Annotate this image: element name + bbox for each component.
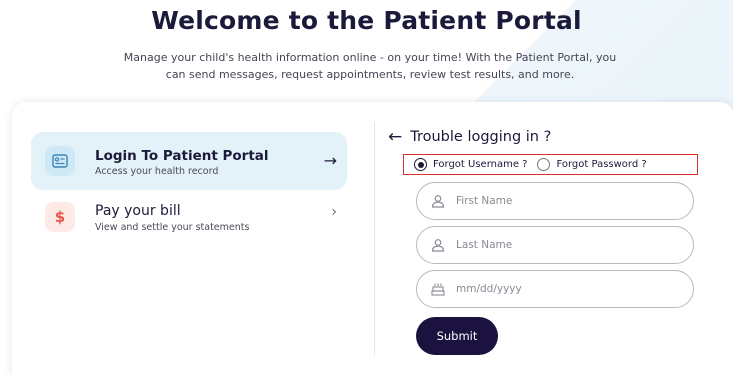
first-name-field[interactable]	[416, 182, 694, 220]
recovery-header: ← Trouble logging in ?	[388, 127, 551, 147]
nav-item-title: Login To Patient Portal	[95, 148, 269, 164]
submit-button[interactable]: Submit	[416, 317, 498, 355]
last-name-field[interactable]	[416, 226, 694, 264]
subtitle-line-2: can send messages, request appointments,…	[165, 68, 575, 81]
nav-item-desc: Access your health record	[95, 166, 219, 177]
page-title: Welcome to the Patient Portal	[151, 6, 582, 35]
date-of-birth-input[interactable]	[456, 283, 676, 295]
forgot-password-radio[interactable]	[537, 158, 551, 171]
portal-card: Login To Patient Portal Access your heal…	[12, 102, 733, 375]
nav-item-login[interactable]: Login To Patient Portal Access your heal…	[31, 132, 347, 190]
nav-item-title: Pay your bill	[95, 203, 181, 219]
back-arrow-icon[interactable]: ←	[388, 127, 402, 147]
person-icon	[430, 237, 446, 253]
nav-item-desc: View and settle your statements	[95, 222, 250, 233]
id-card-icon	[45, 146, 75, 176]
chevron-right-icon: ›	[331, 204, 337, 220]
first-name-input[interactable]	[456, 195, 676, 207]
last-name-input[interactable]	[456, 239, 676, 251]
dollar-icon: $	[45, 202, 75, 232]
page-subtitle: Manage your child's health information o…	[90, 49, 650, 83]
recovery-title: Trouble logging in ?	[410, 129, 552, 145]
subtitle-line-1: Manage your child's health information o…	[123, 51, 617, 64]
forgot-password-label[interactable]: Forgot Password ?	[556, 159, 646, 170]
person-icon	[430, 193, 446, 209]
forgot-username-label[interactable]: Forgot Username ?	[433, 159, 527, 170]
recovery-option-group: Forgot Username ? Forgot Password ?	[403, 154, 698, 175]
date-of-birth-field[interactable]	[416, 270, 694, 308]
forgot-username-radio[interactable]	[414, 158, 427, 171]
nav-item-pay-bill[interactable]: $ Pay your bill View and settle your sta…	[31, 194, 347, 252]
arrow-right-icon: →	[323, 151, 337, 170]
birthday-cake-icon	[430, 281, 446, 297]
column-divider	[374, 122, 375, 356]
